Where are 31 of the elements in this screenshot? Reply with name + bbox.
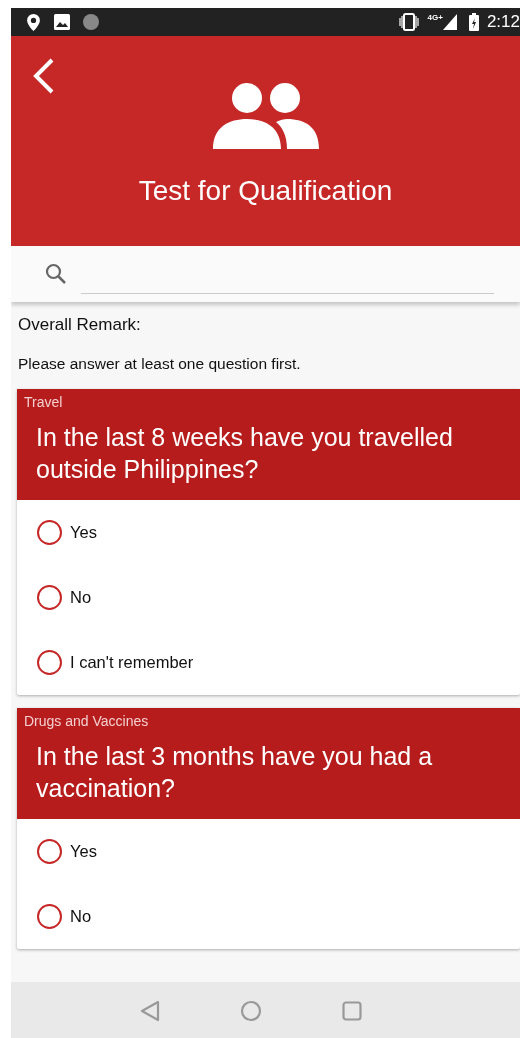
radio-button[interactable]: [37, 838, 62, 864]
answer-option[interactable]: Yes: [17, 499, 520, 565]
answer-option[interactable]: Yes: [17, 818, 520, 884]
vibrate-icon: [397, 13, 420, 31]
notice-text: Please answer at least one question first.: [18, 353, 302, 374]
home-icon: [239, 999, 262, 1022]
recents-icon: [341, 1000, 362, 1021]
page-title: Test for Qualification: [138, 174, 393, 208]
search-icon: [45, 263, 67, 285]
back-icon: [33, 58, 55, 94]
image-icon: [54, 14, 70, 30]
answer-option[interactable]: No: [17, 564, 520, 630]
question-text: In the last 8 weeks have you travelled outside Philippines?: [36, 421, 454, 486]
back-icon: [139, 999, 160, 1022]
group-icon: [212, 82, 319, 152]
category-label: Drugs and Vaccines: [24, 711, 150, 731]
network-label: 4G+: [427, 12, 443, 24]
radio-button[interactable]: [37, 519, 62, 545]
clock-time: 2:12: [486, 11, 520, 34]
location-icon: [27, 13, 40, 31]
answer-option[interactable]: I can't remember: [17, 629, 520, 695]
circle-icon: [82, 13, 100, 31]
radio-button[interactable]: [37, 649, 62, 675]
overall-remark-label: Overall Remark:: [18, 314, 142, 336]
radio-button[interactable]: [37, 903, 62, 929]
answer-option[interactable]: No: [17, 883, 520, 949]
battery-icon: [468, 13, 479, 31]
radio-button[interactable]: [37, 584, 62, 610]
category-label: Travel: [24, 392, 64, 412]
question-text: In the last 3 months have you had a vaccination?: [36, 740, 434, 805]
signal-icon: [442, 14, 457, 30]
